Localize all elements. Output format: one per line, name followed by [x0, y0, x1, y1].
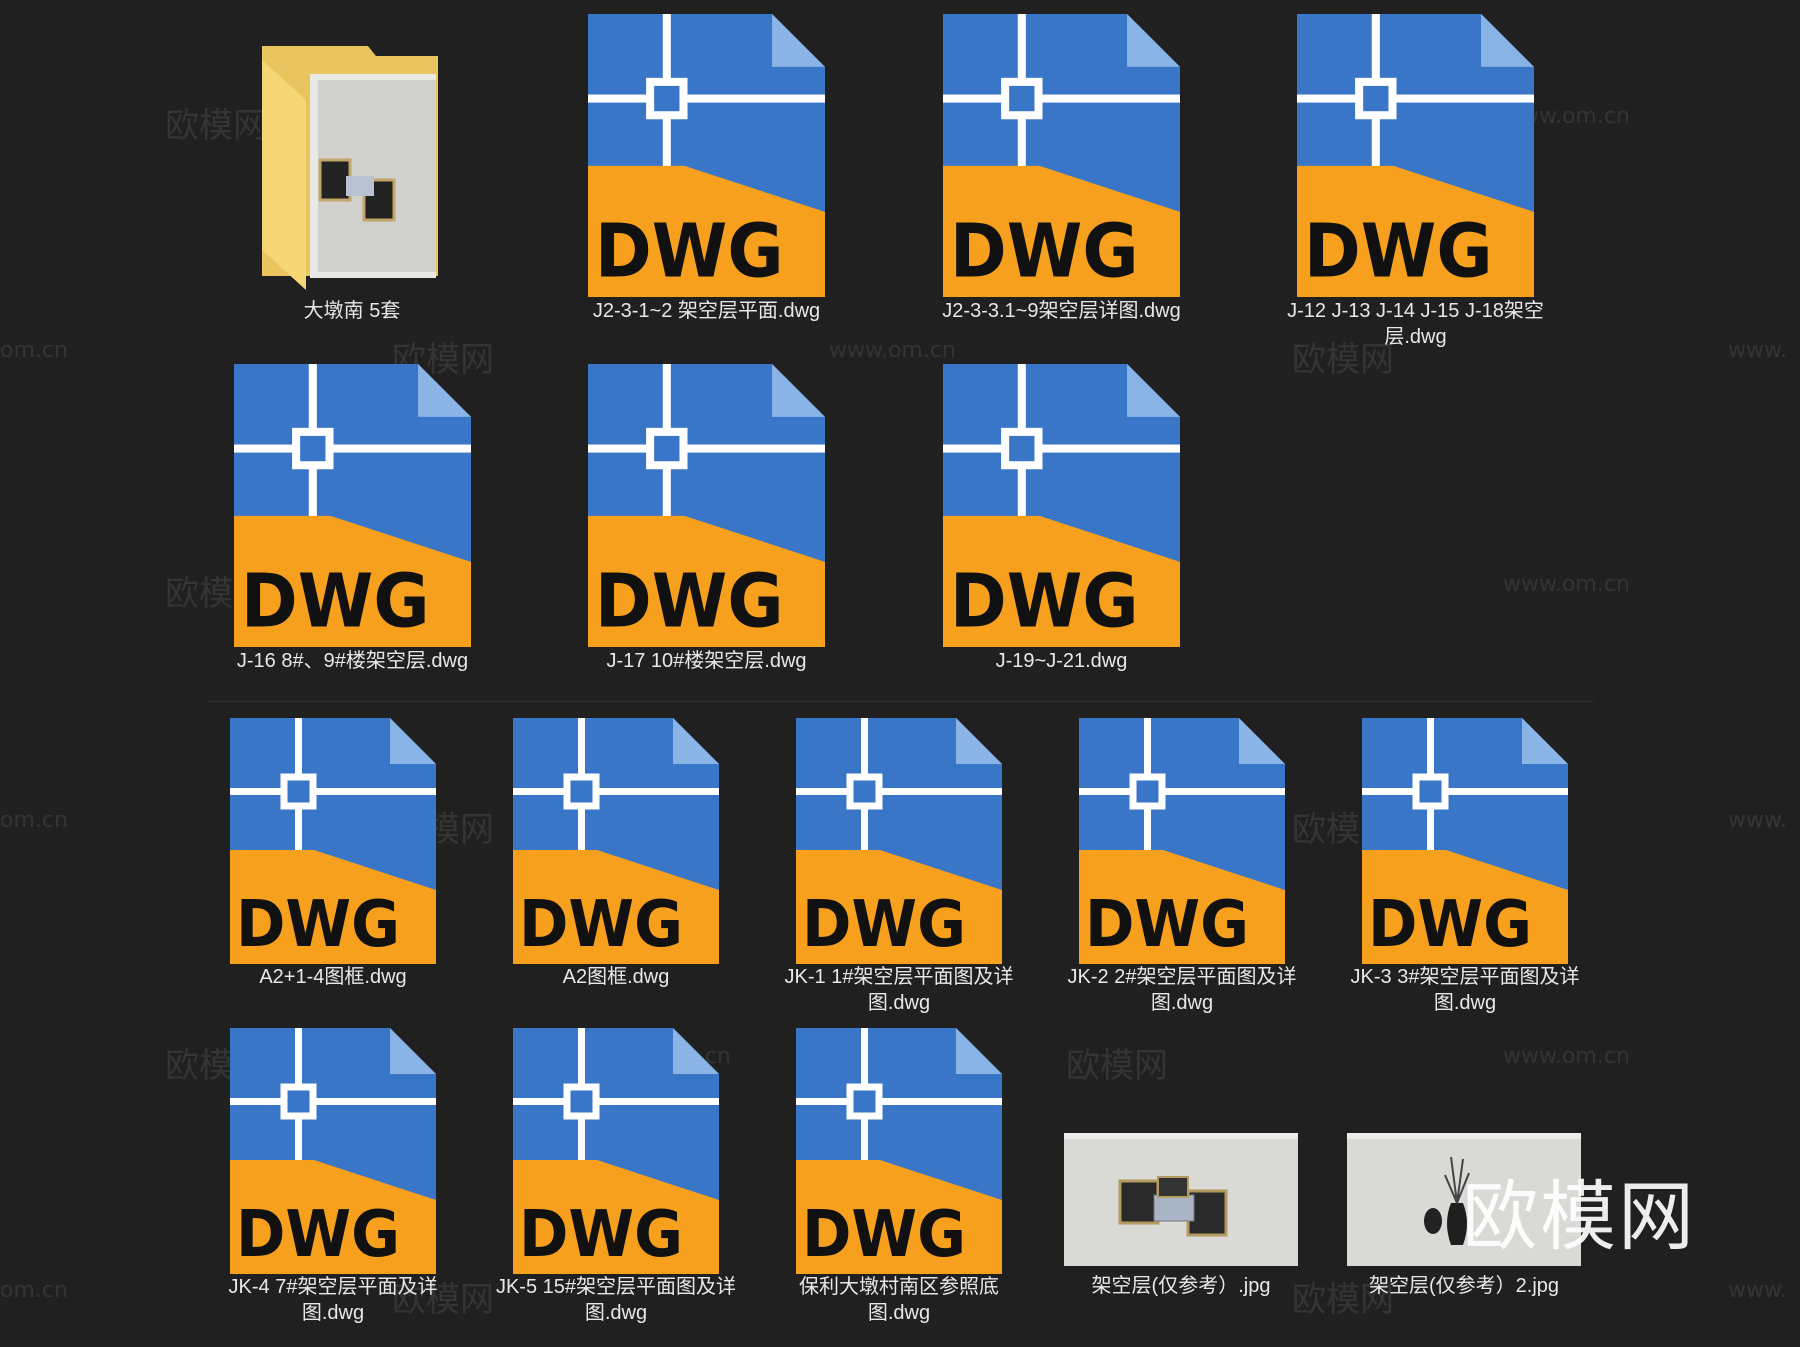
dwg-icon: DWG	[943, 364, 1180, 647]
watermark-text: om.cn	[0, 338, 68, 363]
dwg-badge-text: DWG	[236, 888, 400, 962]
dwg-file-item[interactable]: DWG J-16 8#、9#楼架空层.dwg	[234, 364, 471, 672]
file-name: 大墩南 5套	[303, 300, 401, 322]
dwg-icon: DWG	[230, 1028, 436, 1274]
dwg-file-item[interactable]: DWG J-19~J-21.dwg	[943, 364, 1180, 672]
file-explorer-grid: 欧模网 www.om.cn 欧模网 www.om.cn om.cn 欧模网 ww…	[0, 0, 1800, 1347]
dwg-file-item[interactable]: DWG JK-1 1#架空层平面图及详图.dwg	[785, 718, 1013, 1014]
section-divider	[208, 701, 1594, 702]
file-name: A2图框.dwg	[562, 966, 670, 988]
watermark-text: om.cn	[0, 808, 68, 833]
dwg-icon: DWG	[230, 718, 436, 964]
file-name: JK-2 2#架空层平面图及详图.dwg	[1067, 966, 1297, 1014]
watermark-text: www.om.cn	[1503, 572, 1630, 597]
dwg-icon: DWG	[1297, 14, 1534, 297]
watermark-text: www.	[1728, 1278, 1787, 1303]
file-name: J-17 10#楼架空层.dwg	[606, 650, 807, 672]
dwg-file-item[interactable]: DWG JK-3 3#架空层平面图及详图.dwg	[1351, 718, 1579, 1014]
dwg-badge-text: DWG	[950, 209, 1139, 294]
dwg-icon: DWG	[943, 14, 1180, 297]
dwg-icon: DWG	[1362, 718, 1568, 964]
file-name: J-19~J-21.dwg	[995, 650, 1128, 672]
watermark-text: www.	[1728, 338, 1787, 363]
dwg-icon: DWG	[513, 718, 719, 964]
watermark-text: 欧模网	[1066, 1046, 1168, 1086]
dwg-badge-text: DWG	[236, 1198, 400, 1272]
watermark-text: www.	[1728, 808, 1787, 833]
file-name: JK-4 7#架空层平面及详图.dwg	[228, 1276, 438, 1324]
file-name: A2+1-4图框.dwg	[259, 966, 407, 988]
dwg-file-item[interactable]: DWG JK-4 7#架空层平面及详图.dwg	[229, 1028, 437, 1324]
brand-watermark: 欧模网	[1462, 1172, 1696, 1261]
file-name: JK-3 3#架空层平面图及详图.dwg	[1350, 966, 1580, 1014]
dwg-icon: DWG	[796, 718, 1002, 964]
dwg-file-item[interactable]: DWG 保利大墩村南区参照底图.dwg	[796, 1028, 1002, 1324]
dwg-badge-text: DWG	[1368, 888, 1532, 962]
furniture-preview-icon	[1118, 1176, 1228, 1237]
dwg-badge-text: DWG	[595, 559, 784, 644]
dwg-icon: DWG	[796, 1028, 1002, 1274]
file-name: 架空层(仅参考）.jpg	[1091, 1275, 1271, 1297]
image-thumbnail	[1064, 1133, 1298, 1266]
dwg-icon: DWG	[513, 1028, 719, 1274]
dwg-icon: DWG	[1079, 718, 1285, 964]
dwg-badge-text: DWG	[1304, 209, 1493, 294]
folder-item[interactable]: 大墩南 5套	[258, 40, 446, 322]
dwg-badge-text: DWG	[241, 559, 430, 644]
dwg-badge-text: DWG	[519, 1198, 683, 1272]
file-name: JK-1 1#架空层平面图及详图.dwg	[784, 966, 1014, 1014]
watermark-text: www.om.cn	[829, 338, 956, 363]
image-file-item[interactable]: 架空层(仅参考）.jpg	[1064, 1133, 1298, 1297]
dwg-file-item[interactable]: DWG J2-3-1~2 架空层平面.dwg	[588, 14, 825, 322]
file-name: J-16 8#、9#楼架空层.dwg	[236, 650, 469, 672]
watermark-text: 欧模网	[165, 106, 267, 146]
dwg-icon: DWG	[234, 364, 471, 647]
dwg-badge-text: DWG	[519, 888, 683, 962]
dwg-icon: DWG	[588, 14, 825, 297]
dwg-file-item[interactable]: DWG A2图框.dwg	[513, 718, 719, 988]
dwg-file-item[interactable]: DWG JK-2 2#架空层平面图及详图.dwg	[1068, 718, 1296, 1014]
dwg-badge-text: DWG	[1085, 888, 1249, 962]
file-name: J2-3-1~2 架空层平面.dwg	[592, 300, 821, 322]
dwg-file-item[interactable]: DWG JK-5 15#架空层平面图及详图.dwg	[496, 1028, 736, 1324]
dwg-badge-text: DWG	[802, 1198, 966, 1272]
dwg-file-item[interactable]: DWG A2+1-4图框.dwg	[230, 718, 436, 988]
file-name: J2-3-3.1~9架空层详图.dwg	[942, 300, 1181, 322]
dwg-file-item[interactable]: DWG J-17 10#楼架空层.dwg	[588, 364, 825, 672]
watermark-text: www.om.cn	[1503, 1044, 1630, 1069]
dwg-badge-text: DWG	[950, 559, 1139, 644]
dwg-icon: DWG	[588, 364, 825, 647]
dwg-file-item[interactable]: DWG J-12 J-13 J-14 J-15 J-18架空层.dwg	[1287, 14, 1544, 348]
dwg-file-item[interactable]: DWG J2-3-3.1~9架空层详图.dwg	[942, 14, 1181, 322]
watermark-text: om.cn	[0, 1278, 68, 1303]
file-name: 保利大墩村南区参照底图.dwg	[799, 1276, 999, 1324]
dwg-badge-text: DWG	[802, 888, 966, 962]
file-name: J-12 J-13 J-14 J-15 J-18架空层.dwg	[1287, 300, 1544, 348]
folder-icon	[262, 46, 438, 290]
file-name: 架空层(仅参考）2.jpg	[1368, 1275, 1560, 1297]
file-name: JK-5 15#架空层平面图及详图.dwg	[495, 1276, 737, 1324]
dwg-badge-text: DWG	[595, 209, 784, 294]
